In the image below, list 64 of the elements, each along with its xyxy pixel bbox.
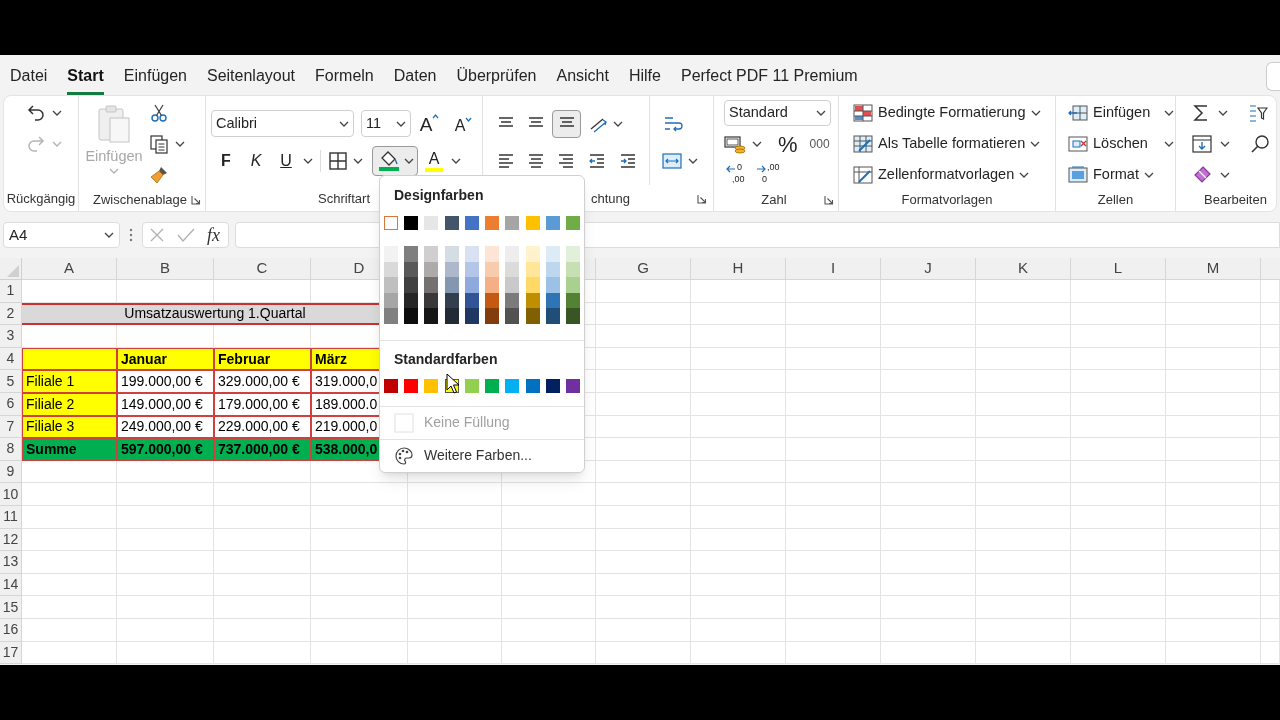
menu-heading: Designfarben (394, 186, 484, 205)
column-header[interactable]: J (924, 257, 932, 280)
spreadsheet-cell: Januar (117, 347, 214, 371)
bold-button[interactable]: F (211, 148, 241, 173)
spreadsheet-cell: 329.000,00 € (214, 370, 311, 393)
number-format-field[interactable]: Standard (724, 100, 831, 126)
column-header[interactable]: G (637, 257, 649, 280)
column-header[interactable]: L (1113, 257, 1123, 280)
menu-tab[interactable]: Daten (393, 58, 437, 95)
spreadsheet-cell: Filiale 1 (22, 370, 117, 393)
menu-tab[interactable]: Seitenlayout (207, 58, 296, 95)
italic-button[interactable]: K (241, 148, 271, 173)
spreadsheet-cell: 199.000,00 € (117, 370, 214, 393)
menu-tab[interactable]: Ansicht (556, 58, 609, 95)
menu-tab[interactable]: Formeln (315, 58, 374, 95)
decrease-decimal-button[interactable]: ,00 0 (756, 162, 782, 188)
font-color-button[interactable]: A (422, 149, 446, 172)
styles-menu-button[interactable]: Bedingte Formatierung (853, 100, 1041, 126)
decrease-font-button[interactable]: A (448, 110, 479, 137)
menu-tab[interactable]: Perfect PDF 11 Premium (680, 58, 858, 95)
menu-tab[interactable]: Hilfe (628, 58, 661, 95)
spreadsheet-cell: Filiale 3 (22, 415, 117, 439)
menu-tab[interactable]: Überprüfen (456, 58, 537, 95)
increase-font-button[interactable]: A (414, 110, 445, 137)
column-header[interactable]: H (732, 257, 744, 280)
spreadsheet-cell: 597.000,00 € (117, 438, 214, 461)
font-size-field[interactable]: 11 (361, 110, 411, 137)
spreadsheet-cell: Filiale 2 (22, 392, 117, 416)
spreadsheet-cell: 179.000,00 € (214, 392, 311, 416)
thousands-button[interactable]: 000 (809, 135, 830, 153)
group-label: Bearbeiten (1204, 190, 1267, 209)
column-header[interactable]: A (64, 257, 74, 280)
underline-button[interactable]: U (271, 148, 301, 173)
column-header[interactable]: D (353, 257, 365, 280)
insert-function-button[interactable]: fx (207, 221, 220, 249)
menu-tab[interactable]: Datei (10, 58, 48, 95)
font-name-field[interactable]: Calibri (211, 110, 354, 137)
column-header[interactable]: K (1018, 257, 1028, 280)
cells-menu-button[interactable]: Format (1068, 162, 1154, 188)
group-label: chtung (591, 190, 631, 209)
group-label: Schriftart (318, 190, 370, 209)
column-header[interactable]: B (160, 257, 170, 280)
styles-menu-button[interactable]: Als Tabelle formatieren (853, 131, 1041, 157)
group-label: Zellen (1097, 190, 1134, 209)
spreadsheet-cell: 249.000,00 € (117, 415, 214, 439)
cells-menu-button[interactable]: Löschen (1068, 131, 1174, 157)
styles-menu-button[interactable]: Zellenformatvorlagen (853, 162, 1030, 188)
spreadsheet-cell: 737.000,00 € (214, 438, 311, 461)
menu-tab[interactable]: Einfügen (123, 58, 187, 95)
column-header[interactable]: M (1206, 257, 1220, 280)
spreadsheet-cell: 149.000,00 € (117, 392, 214, 416)
cells-menu-button[interactable]: Einfügen (1068, 100, 1174, 126)
group-label: Zahl (761, 190, 787, 209)
column-header[interactable]: C (256, 257, 268, 280)
spreadsheet-cell: Summe (22, 438, 117, 461)
name-box[interactable]: A4 (3, 222, 120, 248)
group-label: Formatvorlagen (901, 190, 993, 209)
spreadsheet-cell: 229.000,00 € (214, 415, 311, 439)
group-label: Rückgängig (6, 190, 76, 209)
increase-decimal-button[interactable]: 0 ,00 (726, 162, 752, 188)
percent-button[interactable]: % (778, 127, 798, 161)
group-label: Zwischenablage (93, 190, 187, 209)
spreadsheet-cell: Februar (214, 347, 311, 371)
column-header[interactable]: I (830, 257, 836, 280)
